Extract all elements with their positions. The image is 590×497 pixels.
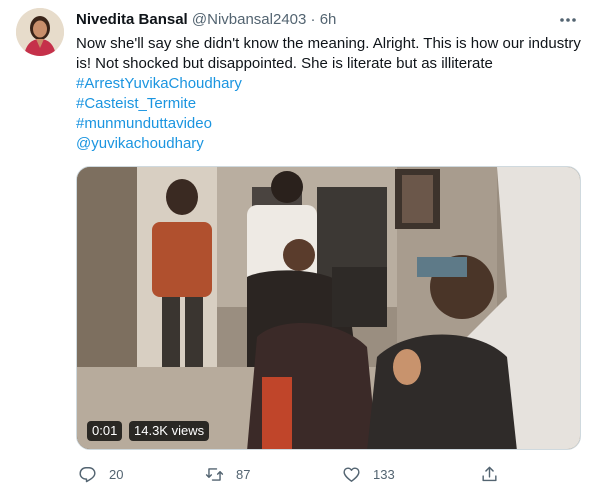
mention-link[interactable]: @yuvikachoudhary bbox=[76, 134, 581, 154]
retweet-count: 87 bbox=[236, 466, 251, 482]
reply-count: 20 bbox=[109, 466, 124, 482]
tweet-header: Nivedita Bansal @Nivbansal2403 · 6h bbox=[76, 10, 574, 30]
avatar[interactable] bbox=[16, 8, 64, 56]
tweet-text-line: is! Not shocked but disappointed. She is… bbox=[76, 55, 493, 72]
video-frame bbox=[77, 167, 580, 449]
like-icon bbox=[343, 466, 360, 482]
like-button[interactable]: 133 bbox=[342, 460, 395, 488]
author-name[interactable]: Nivedita Bansal bbox=[76, 11, 188, 28]
retweet-button[interactable]: 87 bbox=[205, 460, 250, 488]
video-player[interactable]: 0:01 14.3K views bbox=[76, 166, 581, 450]
more-icon bbox=[560, 18, 576, 22]
more-button[interactable] bbox=[556, 10, 580, 30]
reply-button[interactable]: 20 bbox=[78, 460, 123, 488]
retweet-icon bbox=[205, 467, 224, 481]
hashtag-link[interactable]: #munmunduttavideo bbox=[76, 114, 581, 134]
avatar-image bbox=[16, 8, 64, 56]
video-views-badge: 14.3K views bbox=[129, 421, 210, 441]
hashtag-link[interactable]: #Casteist_Termite bbox=[76, 94, 581, 114]
share-button[interactable] bbox=[480, 460, 511, 488]
author-handle[interactable]: @Nivbansal2403 bbox=[192, 11, 306, 28]
tweet-actions: 20 87 133 bbox=[70, 460, 510, 488]
reply-icon bbox=[79, 466, 96, 482]
separator-dot: · bbox=[310, 11, 316, 28]
share-icon bbox=[482, 466, 497, 481]
hashtag-link[interactable]: #ArrestYuvikaChoudhary bbox=[76, 74, 581, 94]
tweet-text-line: Now she'll say she didn't know the meani… bbox=[76, 35, 581, 52]
tweet-time[interactable]: 6h bbox=[320, 11, 337, 28]
like-count: 133 bbox=[373, 466, 395, 482]
tweet-text: Now she'll say she didn't know the meani… bbox=[76, 34, 581, 154]
video-duration-badge: 0:01 bbox=[87, 421, 123, 441]
